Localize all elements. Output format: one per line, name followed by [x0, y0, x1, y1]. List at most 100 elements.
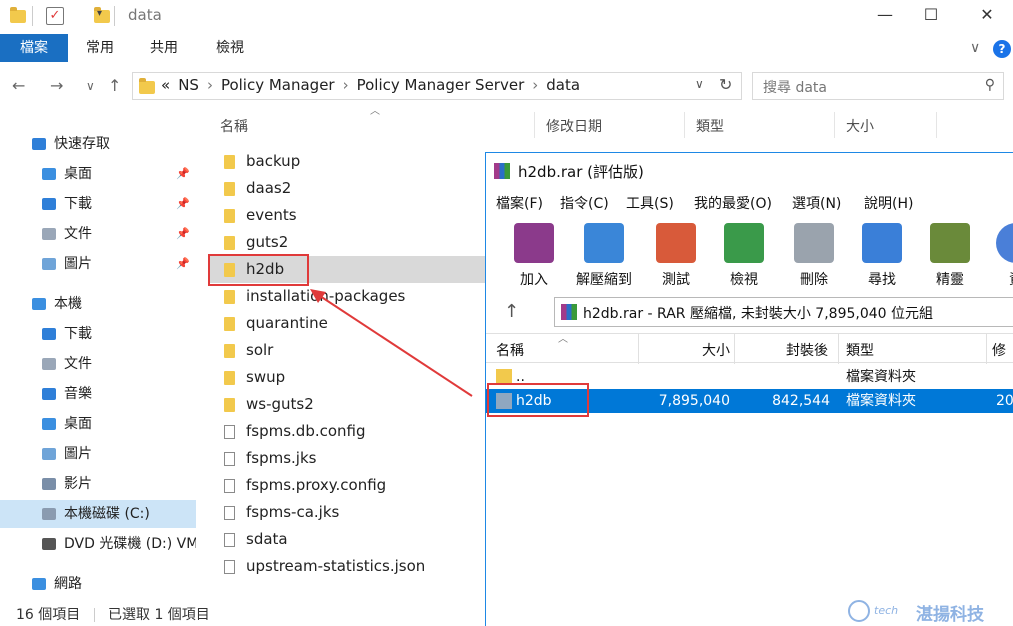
- column-divider[interactable]: [936, 112, 937, 138]
- status-divider: [94, 608, 95, 622]
- rar-tool-button[interactable]: 精靈: [918, 219, 982, 291]
- column-name[interactable]: 名稱: [220, 116, 248, 136]
- sidebar-item[interactable]: 文件 📌: [0, 220, 196, 248]
- forward-arrow-icon[interactable]: →: [50, 76, 63, 95]
- rar-menu-item[interactable]: 我的最愛(O): [694, 193, 772, 213]
- up-arrow-icon[interactable]: ↑: [504, 301, 519, 322]
- sidebar-item[interactable]: DVD 光碟機 (D:) VM: [0, 530, 196, 558]
- breadcrumb-overflow[interactable]: «: [161, 76, 170, 94]
- sidebar-item[interactable]: 文件: [0, 350, 196, 378]
- file-row[interactable]: solr: [210, 337, 485, 364]
- refresh-icon[interactable]: ↻: [719, 75, 732, 94]
- rar-column-type[interactable]: 類型: [846, 340, 874, 360]
- rar-column-size[interactable]: 大小: [702, 340, 730, 360]
- pin-icon[interactable]: 📌: [176, 190, 190, 218]
- address-bar[interactable]: « NS › Policy Manager › Policy Manager Server…: [132, 72, 742, 100]
- column-type[interactable]: 類型: [696, 116, 724, 136]
- sidebar-item[interactable]: 圖片: [0, 440, 196, 468]
- column-divider[interactable]: [734, 334, 735, 364]
- file-row[interactable]: quarantine: [210, 310, 485, 337]
- sidebar-item[interactable]: 下載 📌: [0, 190, 196, 218]
- rar-tool-button[interactable]: 資: [984, 219, 1013, 291]
- column-date-modified[interactable]: 修改日期: [546, 116, 602, 136]
- file-row[interactable]: ws-guts2: [210, 391, 485, 418]
- help-icon[interactable]: ?: [993, 40, 1011, 58]
- info-icon: [996, 223, 1013, 263]
- breadcrumb-ns[interactable]: NS: [178, 76, 199, 94]
- rar-tool-button[interactable]: 測試: [644, 219, 708, 291]
- rar-tool-button[interactable]: 檢視: [712, 219, 776, 291]
- file-row[interactable]: fspms-ca.jks: [210, 499, 485, 526]
- pin-icon[interactable]: 📌: [176, 250, 190, 278]
- search-input[interactable]: 搜尋 data ⚲: [752, 72, 1004, 100]
- file-row[interactable]: sdata: [210, 526, 485, 553]
- file-row[interactable]: daas2: [210, 175, 485, 202]
- pin-icon[interactable]: 📌: [176, 220, 190, 248]
- column-divider[interactable]: [834, 112, 835, 138]
- file-row[interactable]: events: [210, 202, 485, 229]
- rar-tool-button[interactable]: 解壓縮到: [572, 219, 636, 291]
- file-row[interactable]: installation-packages: [210, 283, 485, 310]
- rar-menu-item[interactable]: 工具(S): [626, 193, 674, 213]
- rar-menu-item[interactable]: 檔案(F): [496, 193, 543, 213]
- sidebar-item[interactable]: 桌面 📌: [0, 160, 196, 188]
- column-divider[interactable]: [684, 112, 685, 138]
- maximize-button[interactable]: ☐: [908, 0, 954, 32]
- recent-locations-icon[interactable]: ∨: [86, 79, 95, 93]
- file-row[interactable]: fspms.db.config: [210, 418, 485, 445]
- tab-file[interactable]: 檔案: [0, 34, 68, 62]
- tab-home[interactable]: 常用: [86, 34, 114, 62]
- dvd-drive-icon: [42, 538, 56, 550]
- pin-icon[interactable]: 📌: [176, 160, 190, 188]
- sidebar-item[interactable]: 音樂: [0, 380, 196, 408]
- sidebar-item[interactable]: 下載: [0, 320, 196, 348]
- sidebar-item[interactable]: 桌面: [0, 410, 196, 438]
- sidebar-item[interactable]: 網路: [0, 570, 196, 598]
- rar-menu-item[interactable]: 選項(N): [792, 193, 841, 213]
- rar-menu-item[interactable]: 說明(H): [864, 193, 913, 213]
- expand-ribbon-chevron-icon[interactable]: ∨: [970, 34, 980, 62]
- file-row[interactable]: fspms.jks: [210, 445, 485, 472]
- tab-share[interactable]: 共用: [150, 34, 178, 62]
- breadcrumb-policy-manager[interactable]: Policy Manager: [221, 76, 335, 94]
- sidebar-item[interactable]: 本機: [0, 290, 196, 318]
- winrar-archive-icon: [561, 304, 577, 320]
- minimize-button[interactable]: —: [862, 0, 908, 32]
- rar-menu-item[interactable]: 指令(C): [560, 193, 609, 213]
- archive-path-field[interactable]: h2db.rar - RAR 壓縮檔, 未封裝大小 7,895,040 位元組: [554, 297, 1013, 327]
- properties-icon[interactable]: ✓: [46, 7, 64, 25]
- rar-column-name[interactable]: 名稱: [496, 340, 524, 360]
- column-divider[interactable]: [638, 334, 639, 364]
- up-arrow-icon[interactable]: ↑: [108, 76, 121, 95]
- file-row[interactable]: guts2: [210, 229, 485, 256]
- back-arrow-icon[interactable]: ←: [12, 76, 25, 95]
- column-divider[interactable]: [838, 334, 839, 364]
- find-icon: [862, 223, 902, 263]
- file-row[interactable]: fspms.proxy.config: [210, 472, 485, 499]
- breadcrumb-policy-manager-server[interactable]: Policy Manager Server: [357, 76, 525, 94]
- rar-tool-button[interactable]: 尋找: [850, 219, 914, 291]
- sidebar-item[interactable]: 快速存取: [0, 130, 196, 158]
- column-size[interactable]: 大小: [846, 116, 874, 136]
- rar-column-modified[interactable]: 修: [992, 340, 1006, 360]
- rar-tool-button[interactable]: 刪除: [782, 219, 846, 291]
- archive-path-text: h2db.rar - RAR 壓縮檔, 未封裝大小 7,895,040 位元組: [583, 306, 934, 322]
- customize-quick-access-icon[interactable]: ▾: [97, 8, 102, 19]
- close-button[interactable]: ✕: [964, 0, 1010, 32]
- rar-tool-button[interactable]: 加入: [502, 219, 566, 291]
- file-row[interactable]: upstream-statistics.json: [210, 553, 485, 580]
- file-row[interactable]: backup: [210, 148, 485, 175]
- download-icon: [42, 328, 56, 340]
- breadcrumb-data[interactable]: data: [546, 76, 580, 94]
- folder-icon: [224, 290, 235, 304]
- sidebar-item[interactable]: 圖片 📌: [0, 250, 196, 278]
- dropdown-chevron-icon[interactable]: ∨: [695, 77, 704, 91]
- tab-view[interactable]: 檢視: [216, 34, 244, 62]
- column-divider[interactable]: [986, 334, 987, 364]
- sidebar-item[interactable]: 本機磁碟 (C:): [0, 500, 196, 528]
- file-row[interactable]: swup: [210, 364, 485, 391]
- folder-icon: [224, 182, 235, 196]
- rar-column-packed[interactable]: 封裝後: [786, 340, 828, 360]
- column-divider[interactable]: [534, 112, 535, 138]
- sidebar-item[interactable]: 影片: [0, 470, 196, 498]
